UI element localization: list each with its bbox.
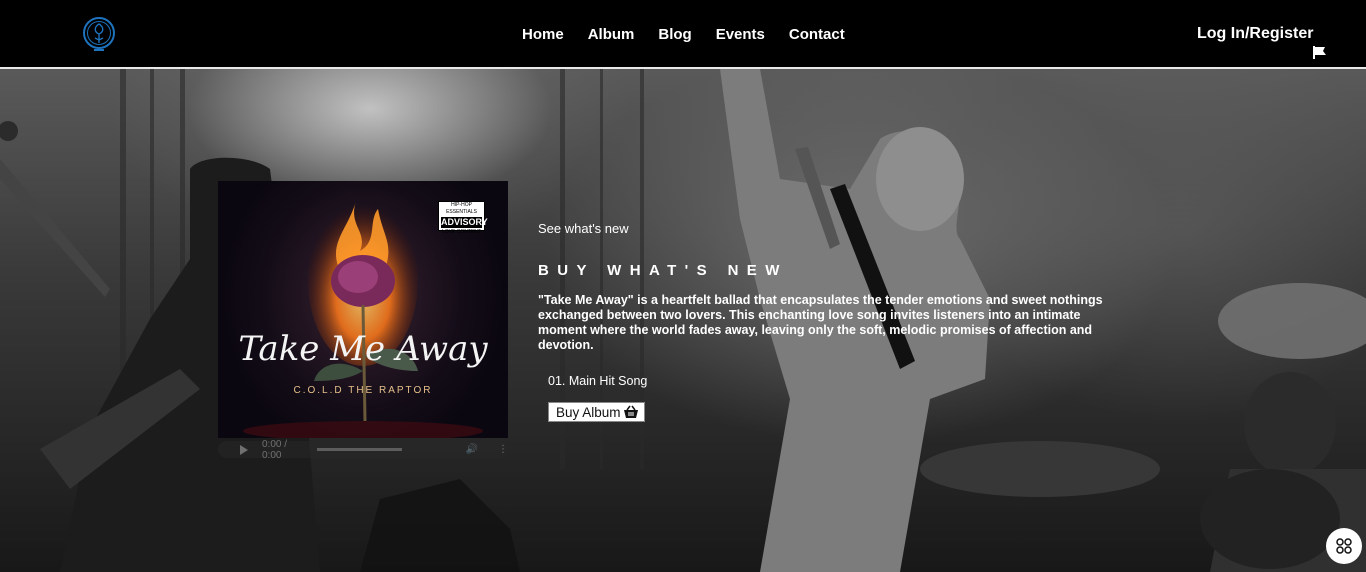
section-heading: BUY WHAT'S NEW [538,262,788,279]
album-cover-image[interactable]: HIP-HOP ESSENTIALS ADVISORY LOVE CONTENT… [218,181,508,438]
buy-album-button[interactable]: Buy Album [548,402,645,422]
app-grid-icon [1336,538,1352,554]
parental-advisory-label: HIP-HOP ESSENTIALS ADVISORY LOVE CONTENT [438,201,488,235]
cover-title: Take Me Away [238,329,488,369]
play-icon[interactable] [240,444,248,455]
top-navigation-bar: Home Album Blog Events Contact Log In/Re… [0,0,1366,69]
progress-bar[interactable] [316,448,402,451]
nav-home-link[interactable]: Home [522,26,564,43]
kicker-text: See what's new [538,221,629,236]
advisory-bottom-text: LOVE CONTENT [442,229,481,235]
rose-emblem-icon[interactable] [82,16,116,52]
cover-artist: C.O.L.D THE RAPTOR [293,385,433,396]
nav-events-link[interactable]: Events [716,26,765,43]
hero-section: HIP-HOP ESSENTIALS ADVISORY LOVE CONTENT… [0,69,1366,572]
nav-contact-link[interactable]: Contact [789,26,845,43]
basket-icon [623,405,638,418]
buy-album-label: Buy Album [556,404,621,420]
volume-icon[interactable]: 🔊 [466,444,478,455]
album-description: "Take Me Away" is a heartfelt ballad tha… [538,293,1103,352]
login-register-link[interactable]: Log In/Register [1197,25,1313,43]
advisory-main-text: ADVISORY [441,217,488,228]
flag-icon[interactable] [1312,44,1328,60]
audio-player[interactable]: 0:00 / 0:00 🔊 ⋮ [218,438,508,461]
nav-album-link[interactable]: Album [588,26,635,43]
advisory-top-text: HIP-HOP ESSENTIALS [446,202,477,215]
main-nav: Home Album Blog Events Contact [522,26,869,43]
player-time: 0:00 / 0:00 [262,438,288,461]
app-grid-widget-button[interactable] [1326,528,1362,564]
more-options-icon[interactable]: ⋮ [498,444,508,455]
track-list-item[interactable]: 01. Main Hit Song [548,374,647,388]
nav-blog-link[interactable]: Blog [658,26,691,43]
